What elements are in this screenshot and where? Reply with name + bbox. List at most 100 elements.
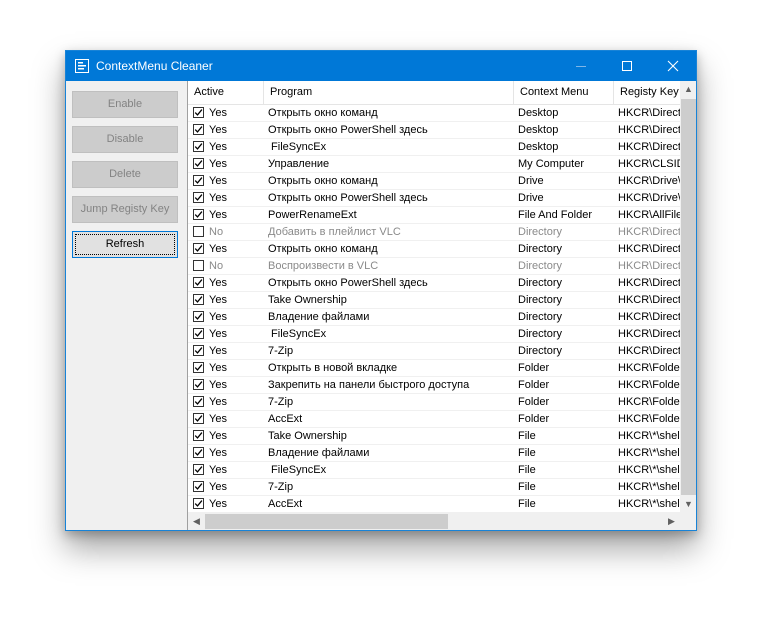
program-cell: PowerRenameExt (268, 209, 357, 221)
checked-checkbox[interactable] (193, 242, 204, 254)
program-cell: Открыть окно PowerShell здесь (268, 124, 428, 136)
table-row[interactable]: Yes AccExt Folder HKCR\Folder (188, 411, 683, 428)
active-cell: No (193, 258, 263, 274)
disable-button[interactable]: Disable (72, 126, 178, 153)
minimize-button[interactable] (558, 51, 604, 81)
scroll-down-arrow[interactable]: ▼ (680, 496, 696, 513)
table-row[interactable]: Yes Управление My Computer HKCR\CLSID (188, 156, 684, 173)
context-menu-cell: Directory (518, 260, 563, 272)
registry-key-cell: HKCR\Directo (618, 311, 684, 323)
checked-checkbox[interactable] (193, 446, 204, 458)
context-menu-cell: Desktop (518, 141, 559, 153)
table-row[interactable]: Yes Открыть окно команд Desktop HKCR\Direct… (188, 105, 684, 122)
context-menu-cell: Drive (518, 175, 544, 187)
program-cell: 7-Zip (268, 396, 294, 408)
scroll-left-arrow[interactable]: ◀ (188, 513, 205, 530)
scroll-right-arrow[interactable]: ▶ (663, 513, 680, 530)
column-header-active[interactable]: Active (188, 81, 264, 104)
checked-checkbox[interactable] (193, 140, 204, 152)
program-cell: 7-Zip (268, 345, 294, 357)
program-cell: Открыть окно команд (268, 175, 378, 187)
horizontal-scrollbar[interactable]: ◀ ▶ (188, 513, 680, 530)
table-row[interactable]: Yes 7-Zip File HKCR\*\shel (188, 479, 680, 496)
checked-checkbox[interactable] (193, 463, 204, 475)
checked-checkbox[interactable] (193, 378, 204, 390)
unchecked-checkbox[interactable] (193, 259, 204, 271)
active-status-text: Yes (209, 192, 227, 204)
scrollbar-corner (680, 513, 696, 530)
list-header: Active Program Context Menu Registy Key (188, 81, 680, 105)
vertical-scroll-thumb[interactable] (681, 99, 696, 495)
vertical-scrollbar[interactable]: ▲ ▼ (680, 81, 696, 513)
checked-checkbox[interactable] (193, 497, 204, 509)
checked-checkbox[interactable] (193, 191, 204, 203)
context-menu-list[interactable]: Active Program Context Menu Registy Key … (187, 81, 696, 530)
context-menu-cell: Folder (518, 396, 550, 408)
table-row[interactable]: Yes 7-Zip Folder HKCR\Folder (188, 394, 683, 411)
enable-button[interactable]: Enable (72, 91, 178, 118)
active-status-text: Yes (209, 243, 227, 255)
close-button[interactable] (650, 51, 696, 81)
maximize-button[interactable] (604, 51, 650, 81)
checked-checkbox[interactable] (193, 429, 204, 441)
table-row[interactable]: Yes Take Ownership File HKCR\*\shel (188, 428, 680, 445)
table-row[interactable]: Yes Открыть окно PowerShell здесь Desktop H… (188, 122, 684, 139)
table-row[interactable]: Yes AccExt File HKCR\*\shel (188, 496, 680, 513)
delete-button[interactable]: Delete (72, 161, 178, 188)
active-cell: No (193, 224, 263, 240)
column-header-context-menu[interactable]: Context Menu (514, 81, 614, 104)
checked-checkbox[interactable] (193, 157, 204, 169)
table-row[interactable]: Yes FileSyncEx Directory HKCR\Directo (188, 326, 684, 343)
registry-key-cell: HKCR\Directo (618, 345, 684, 357)
program-cell: Добавить в плейлист VLC (268, 226, 401, 238)
registry-key-cell: HKCR\Directo (618, 141, 684, 153)
checked-checkbox[interactable] (193, 123, 204, 135)
action-sidebar: Enable Disable Delete Jump Registy Key R… (66, 81, 187, 530)
table-row[interactable]: Yes FileSyncEx Desktop HKCR\Directo (188, 139, 684, 156)
unchecked-checkbox[interactable] (193, 225, 204, 237)
table-row[interactable]: No Воспроизвести в VLC Directory HKCR\Direc… (188, 258, 684, 275)
checked-checkbox[interactable] (193, 293, 204, 305)
active-status-text: Yes (209, 345, 227, 357)
table-row[interactable]: Yes Take Ownership Directory HKCR\Directo (188, 292, 684, 309)
active-cell: Yes (193, 377, 263, 393)
checked-checkbox[interactable] (193, 412, 204, 424)
table-row[interactable]: Yes Владение файлами File HKCR\*\shel (188, 445, 680, 462)
checked-checkbox[interactable] (193, 480, 204, 492)
checked-checkbox[interactable] (193, 327, 204, 339)
checked-checkbox[interactable] (193, 310, 204, 322)
window-title: ContextMenu Cleaner (96, 59, 213, 73)
table-row[interactable]: Yes Открыть окно PowerShell здесь Director… (188, 275, 684, 292)
registry-key-cell: HKCR\Folder (618, 379, 684, 391)
table-row[interactable]: Yes Закрепить на панели быстрого доступа F… (188, 377, 683, 394)
table-row[interactable]: Yes Открыть окно PowerShell здесь Drive HKC… (188, 190, 681, 207)
table-row[interactable]: Yes Открыть в новой вкладке Folder HKCR\Fol… (188, 360, 683, 377)
jump-registry-key-button[interactable]: Jump Registy Key (72, 196, 178, 223)
column-header-program[interactable]: Program (264, 81, 514, 104)
active-status-text: Yes (209, 107, 227, 119)
table-row[interactable]: Yes Открыть окно команд Directory HKCR\Dire… (188, 241, 684, 258)
table-row[interactable]: Yes 7-Zip Directory HKCR\Directo (188, 343, 684, 360)
table-row[interactable]: Yes Открыть окно команд Drive HKCR\Drive\ (188, 173, 681, 190)
checked-checkbox[interactable] (193, 361, 204, 373)
column-header-registry-key[interactable]: Registy Key (614, 81, 684, 104)
checked-checkbox[interactable] (193, 174, 204, 186)
context-menu-cell: File (518, 481, 536, 493)
program-cell: AccExt (268, 413, 303, 425)
table-row[interactable]: Yes PowerRenameExt File And Folder HKCR\All… (188, 207, 684, 224)
active-status-text: Yes (209, 175, 227, 187)
horizontal-scroll-thumb[interactable] (205, 514, 448, 529)
checked-checkbox[interactable] (193, 276, 204, 288)
active-cell: Yes (193, 360, 263, 376)
table-row[interactable]: Yes FileSyncEx File HKCR\*\shel (188, 462, 680, 479)
scroll-up-arrow[interactable]: ▲ (680, 81, 696, 98)
title-bar[interactable]: ContextMenu Cleaner (66, 51, 696, 81)
close-icon (667, 60, 679, 72)
checked-checkbox[interactable] (193, 208, 204, 220)
checked-checkbox[interactable] (193, 344, 204, 356)
checked-checkbox[interactable] (193, 106, 204, 118)
table-row[interactable]: Yes Владение файлами Directory HKCR\Directo (188, 309, 684, 326)
checked-checkbox[interactable] (193, 395, 204, 407)
table-row[interactable]: No Добавить в плейлист VLC Directory HKCR\D… (188, 224, 684, 241)
refresh-button[interactable]: Refresh (72, 231, 178, 258)
